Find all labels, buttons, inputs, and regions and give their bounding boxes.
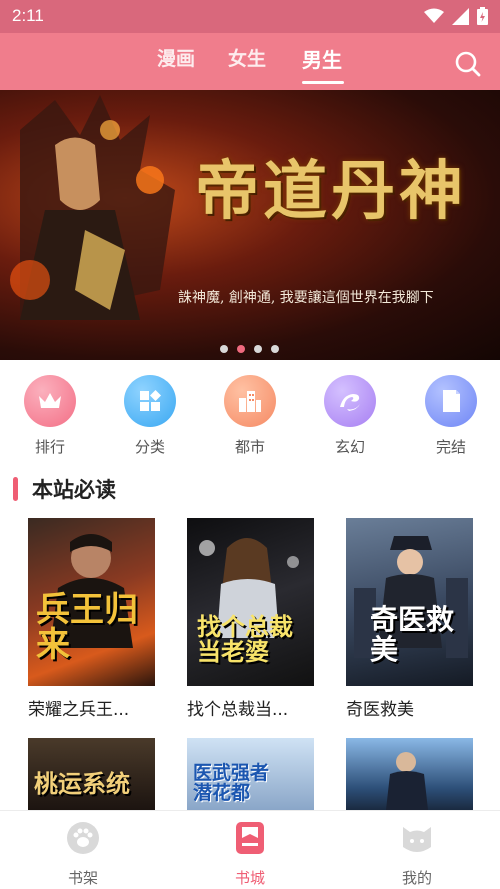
tab-bookstore[interactable]: 书城 — [210, 821, 290, 888]
tab-male[interactable]: 男生 — [302, 44, 342, 73]
category-row: 排行 分类 都市 玄幻 完结 — [0, 375, 500, 465]
cover-art — [386, 752, 428, 810]
cover-title-text: 兵王归来 — [36, 589, 138, 666]
banner-character-art — [10, 95, 175, 320]
tab-mine[interactable]: 我的 — [377, 821, 457, 888]
search-icon[interactable] — [454, 50, 482, 78]
tab-female[interactable]: 女生 — [228, 44, 266, 71]
battery-icon — [477, 7, 488, 25]
category-classify[interactable]: 分类 — [120, 375, 180, 457]
tab-label: 书架 — [67, 869, 98, 887]
book-card[interactable]: 兵王归来 荣耀之兵王... — [28, 518, 155, 720]
city-icon — [224, 375, 276, 427]
book-card[interactable]: 医武强者潜花都 — [187, 738, 314, 810]
bookstore-icon — [236, 822, 264, 854]
status-time: 2:11 — [12, 6, 44, 25]
wifi-icon — [424, 8, 444, 23]
status-icons — [424, 7, 488, 25]
category-label: 都市 — [234, 438, 265, 456]
swirl-icon — [324, 375, 376, 427]
tab-bookshelf[interactable]: 书架 — [43, 821, 123, 888]
banner-caption: 誅神魔, 創神通, 我要讓這個世界在我腳下 — [178, 290, 434, 306]
active-tab-indicator — [302, 81, 344, 84]
status-bar: 2:11 — [0, 0, 500, 33]
cover-title-text: 奇医救美 — [370, 603, 455, 666]
carousel-dots — [220, 345, 279, 353]
tab-manga[interactable]: 漫画 — [157, 44, 195, 71]
book-card[interactable]: 桃运系统 — [28, 738, 155, 810]
carousel-dot[interactable] — [254, 345, 262, 353]
section-header: 本站必读 — [13, 474, 116, 504]
book-card[interactable]: 找个总裁当老婆 找个总裁当... — [187, 518, 314, 720]
book-cover: 找个总裁当老婆 — [187, 518, 314, 686]
book-cover: 兵王归来 — [28, 518, 155, 686]
signal-icon — [452, 7, 469, 25]
category-label: 分类 — [134, 438, 165, 456]
paw-icon — [67, 822, 99, 854]
tab-label: 我的 — [401, 869, 432, 887]
book-title: 奇医救美 — [346, 700, 414, 720]
cover-title-text: 找个总裁当老婆 — [197, 611, 293, 666]
banner-carousel[interactable]: 帝道丹神 誅神魔, 創神通, 我要讓這個世界在我腳下 — [0, 90, 500, 360]
section-title: 本站必读 — [32, 478, 116, 502]
banner-title: 帝道丹神 — [195, 154, 467, 229]
carousel-dot-active[interactable] — [237, 345, 245, 353]
bottom-tab-bar: 书架 书城 我的 — [0, 810, 500, 889]
grid-icon — [124, 375, 176, 427]
book-cover: 医武强者潜花都 — [187, 738, 314, 810]
category-label: 玄幻 — [334, 438, 365, 456]
tab-label: 书城 — [234, 869, 265, 887]
book-card[interactable]: 奇医救美 奇医救美 — [346, 518, 473, 720]
book-card[interactable] — [346, 738, 473, 810]
category-label: 排行 — [34, 438, 65, 456]
book-cover: 奇医救美 — [346, 518, 473, 686]
category-finished[interactable]: 完结 — [421, 375, 481, 457]
crown-icon — [24, 375, 76, 427]
carousel-dot[interactable] — [220, 345, 228, 353]
cover-title-text: 桃运系统 — [34, 768, 130, 798]
category-label: 完结 — [435, 438, 466, 456]
book-cover: 桃运系统 — [28, 738, 155, 810]
book-title: 找个总裁当... — [187, 700, 289, 720]
book-icon — [425, 375, 477, 427]
cover-title-text: 医武强者潜花都 — [193, 762, 270, 805]
carousel-dot[interactable] — [271, 345, 279, 353]
category-ranking[interactable]: 排行 — [20, 375, 80, 457]
book-cover — [346, 738, 473, 810]
cat-face-icon — [403, 827, 431, 852]
category-fantasy[interactable]: 玄幻 — [320, 375, 380, 457]
category-city[interactable]: 都市 — [220, 375, 280, 457]
section-accent-bar — [13, 477, 18, 501]
book-title: 荣耀之兵王... — [28, 700, 130, 720]
